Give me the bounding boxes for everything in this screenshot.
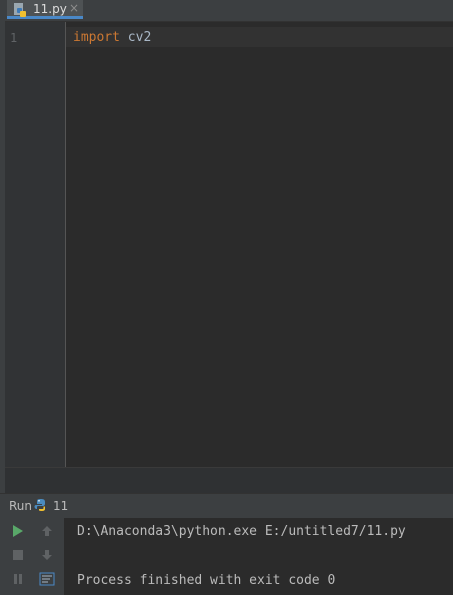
scroll-up-button[interactable] xyxy=(36,520,58,542)
run-console[interactable]: D:\Anaconda3\python.exe E:/untitled7/11.… xyxy=(64,518,453,595)
run-icon xyxy=(13,525,23,537)
tab-11-py[interactable]: 11.py × xyxy=(7,0,83,19)
line-number-gutter: 1 xyxy=(5,22,66,467)
code-editor[interactable]: import cv2 xyxy=(66,22,453,467)
pause-icon xyxy=(14,574,22,584)
run-label: Run xyxy=(9,499,33,513)
console-exit-line: Process finished with exit code 0 xyxy=(77,573,336,588)
python-icon xyxy=(34,499,45,511)
python-file-icon xyxy=(14,3,26,17)
editor-horizontal-scrollbar[interactable] xyxy=(5,467,453,493)
rerun-button[interactable] xyxy=(7,520,29,542)
run-tool-window-header: Run 11 xyxy=(0,493,453,519)
keyword-import: import xyxy=(73,30,120,45)
run-config-name: 11 xyxy=(53,499,69,513)
module-name: cv2 xyxy=(119,30,152,45)
down-arrow-icon xyxy=(42,550,52,560)
up-arrow-icon xyxy=(42,526,52,536)
stop-icon xyxy=(13,550,23,560)
close-icon[interactable]: × xyxy=(69,1,79,15)
run-toolbar xyxy=(0,518,64,595)
soft-wrap-icon xyxy=(39,572,55,586)
soft-wrap-button[interactable] xyxy=(36,568,58,590)
stop-button[interactable] xyxy=(7,544,29,566)
editor-tab-bar: 11.py × xyxy=(5,0,453,22)
code-line: import cv2 xyxy=(73,30,151,45)
console-command-line: D:\Anaconda3\python.exe E:/untitled7/11.… xyxy=(77,524,406,539)
tab-filename: 11.py xyxy=(33,2,67,16)
scroll-down-button[interactable] xyxy=(36,544,58,566)
line-number: 1 xyxy=(10,31,18,45)
pause-button[interactable] xyxy=(7,568,29,590)
